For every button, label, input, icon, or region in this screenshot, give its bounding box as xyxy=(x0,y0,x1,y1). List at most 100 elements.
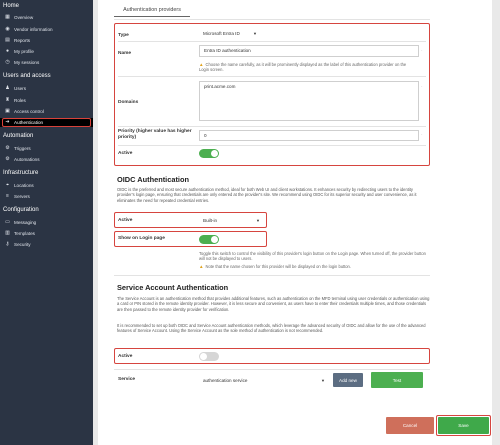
sidebar-item-templates[interactable]: ▥ Templates xyxy=(0,229,93,238)
type-value: Microsoft Entra ID xyxy=(203,31,240,36)
sidebar-item-label: Templates xyxy=(14,231,35,236)
sidebar-item-locations[interactable]: ⌖ Locations xyxy=(0,181,93,190)
dashboard-icon: ▦ xyxy=(5,14,10,20)
save-button[interactable]: Save xyxy=(438,417,489,434)
key-icon: ⚷ xyxy=(5,241,10,247)
sidebar-item-reports[interactable]: ▤ Reports xyxy=(0,36,93,45)
sidebar-item-triggers[interactable]: ⚙ Triggers xyxy=(0,144,93,153)
sidebar: Home ▦ Overview ◉ Vendor information ▤ Repo… xyxy=(0,0,93,445)
service-label: Service xyxy=(118,377,136,382)
name-hint-text: Choose the name carefully, as it will be… xyxy=(199,62,407,73)
sidebar-item-users[interactable]: ♟ Users xyxy=(0,84,93,93)
domains-textarea[interactable]: print.acme.com xyxy=(199,81,419,121)
warning-icon: ▲ xyxy=(199,264,204,269)
test-button[interactable]: Test xyxy=(371,372,423,388)
sidebar-item-label: My sessions xyxy=(14,60,40,65)
sessions-icon: ◷ xyxy=(5,59,10,65)
tab-divider xyxy=(114,19,430,20)
name-label: Name xyxy=(118,51,132,56)
oidc-title: OIDC Authentication xyxy=(117,175,189,184)
service-value: authentication service xyxy=(203,377,248,383)
sidebar-item-label: My profile xyxy=(14,49,34,54)
sidebar-item-my-sessions[interactable]: ◷ My sessions xyxy=(0,58,93,67)
tab-authentication-providers[interactable]: Authentication providers xyxy=(114,7,190,17)
sidebar-item-label: Automations xyxy=(14,157,40,162)
domains-label: Domains xyxy=(118,100,139,105)
provider-active-label: Active xyxy=(118,151,133,156)
sidebar-item-label: Access control xyxy=(14,109,44,114)
sidebar-item-label: Users xyxy=(14,86,26,91)
toggle-knob xyxy=(211,150,218,157)
warning-icon: ▲ xyxy=(199,62,204,67)
sidebar-item-access-control[interactable]: ▣ Access control xyxy=(0,107,93,116)
message-icon: ▭ xyxy=(5,219,10,225)
row-divider xyxy=(118,126,426,127)
highlight-frame xyxy=(2,118,91,127)
location-icon: ⌖ xyxy=(6,182,9,188)
user-icon: ● xyxy=(5,48,10,54)
sidebar-item-automations[interactable]: ⚙ Automations xyxy=(0,155,93,164)
sidebar-item-label: Roles xyxy=(14,98,26,103)
name-input[interactable]: Entra ID authentication xyxy=(199,45,419,57)
provider-active-toggle[interactable] xyxy=(199,149,219,158)
sidebar-section-users-access: Users and access xyxy=(3,73,51,79)
oidc-show-note-text: Note that the name chosen for this provi… xyxy=(205,264,351,269)
sidebar-item-label: Triggers xyxy=(14,146,31,151)
sidebar-item-authentication[interactable]: ➜ Authentication xyxy=(0,118,93,127)
field-dash: - xyxy=(421,47,423,52)
sidebar-item-label: Messaging xyxy=(14,220,37,225)
oidc-show-hint: Toggle this switch to control the visibi… xyxy=(199,251,426,262)
section-divider xyxy=(114,275,430,276)
service-account-title: Service Account Authentication xyxy=(117,283,229,292)
sidebar-section-infrastructure: Infrastructure xyxy=(3,170,39,176)
service-active-label: Active xyxy=(118,354,133,359)
priority-label: Priority (higher value has higher priori… xyxy=(118,129,192,140)
roles-icon: ♜ xyxy=(5,97,10,103)
gear-icon: ⚙ xyxy=(5,145,10,151)
service-account-description-1: The Service Account is an authentication… xyxy=(117,296,430,312)
lock-icon: ▣ xyxy=(5,108,10,114)
automations-icon: ⚙ xyxy=(5,156,10,162)
cancel-button[interactable]: Cancel xyxy=(386,417,434,434)
sidebar-item-label: Overview xyxy=(14,15,34,20)
oidc-description: OIDC is the preferred and most secure au… xyxy=(117,187,417,203)
row-divider xyxy=(114,369,430,370)
info-icon: ◉ xyxy=(5,26,10,32)
type-select[interactable]: Microsoft Entra ID ▼ xyxy=(199,29,261,38)
service-active-highlight xyxy=(114,348,430,364)
row-divider xyxy=(118,145,426,146)
reports-icon: ▤ xyxy=(5,37,10,43)
sidebar-item-my-profile[interactable]: ● My profile xyxy=(0,47,93,56)
sidebar-item-label: Servers xyxy=(14,194,30,199)
service-select[interactable]: authentication service ▼ xyxy=(199,375,329,385)
sidebar-item-security[interactable]: ⚷ Security xyxy=(0,240,93,249)
row-divider xyxy=(118,41,426,42)
type-label: Type xyxy=(118,33,129,38)
sidebar-item-overview[interactable]: ▦ Overview xyxy=(0,13,93,22)
sidebar-item-label: Vendor information xyxy=(14,27,53,32)
chevron-down-icon: ▼ xyxy=(321,377,325,383)
row-divider xyxy=(118,76,426,77)
toggle-knob xyxy=(211,236,218,243)
chevron-down-icon: ▼ xyxy=(253,31,257,36)
sidebar-section-configuration: Configuration xyxy=(3,207,39,213)
service-active-toggle[interactable] xyxy=(199,352,219,361)
sidebar-item-vendor-information[interactable]: ◉ Vendor information xyxy=(0,25,93,34)
sidebar-item-roles[interactable]: ♜ Roles xyxy=(0,96,93,105)
oidc-active-select[interactable]: Built-in ▼ xyxy=(199,215,264,225)
chevron-down-icon: ▼ xyxy=(256,217,260,223)
oidc-show-toggle[interactable] xyxy=(199,235,219,244)
field-dash: - xyxy=(421,131,423,136)
sidebar-section-home: Home xyxy=(3,3,20,9)
field-dash: - xyxy=(421,83,423,88)
sidebar-item-label: Locations xyxy=(14,183,34,188)
sidebar-item-messaging[interactable]: ▭ Messaging xyxy=(0,218,93,227)
sidebar-item-servers[interactable]: ≡ Servers xyxy=(0,192,93,201)
oidc-show-label: Show on Login page xyxy=(118,236,165,241)
priority-input[interactable]: 0 xyxy=(199,130,419,141)
add-new-button[interactable]: Add new xyxy=(333,373,363,387)
name-hint: ▲ Choose the name carefully, as it will b… xyxy=(199,62,417,73)
sidebar-item-label: Security xyxy=(14,242,31,247)
sidebar-section-automation: Automation xyxy=(3,133,34,139)
oidc-active-label: Active xyxy=(118,218,133,223)
